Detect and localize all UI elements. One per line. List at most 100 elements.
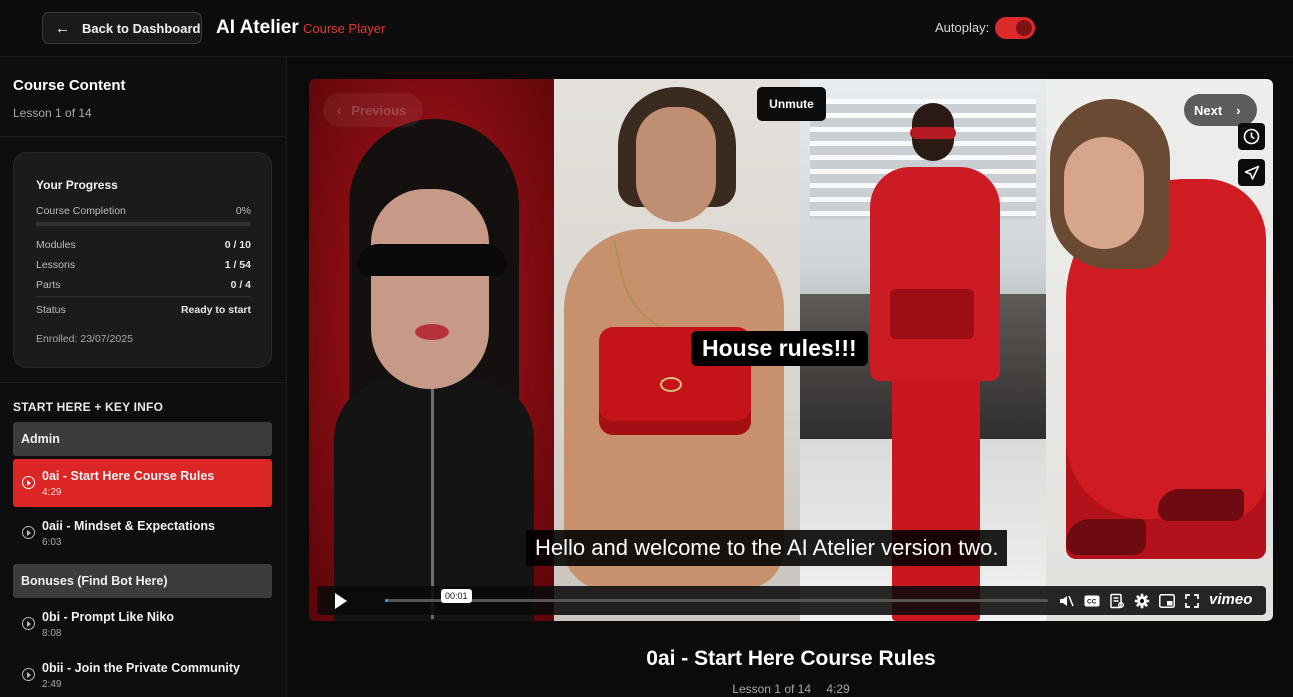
lesson-item-0bii[interactable]: 0bii - Join the Private Community 2:49 [13, 651, 272, 697]
play-circle-icon [22, 617, 35, 630]
lesson-meta: Lesson 1 of 14 4:29 [309, 682, 1273, 696]
lesson-item-0bi[interactable]: 0bi - Prompt Like Niko 8:08 [13, 600, 272, 648]
brand-title: AI Atelier [216, 17, 299, 38]
figure-shape [910, 127, 956, 139]
divider [0, 136, 286, 137]
autoplay-label: Autoplay: [935, 20, 990, 35]
lesson-heading: 0ai - Start Here Course Rules [646, 647, 936, 670]
progress-title: Your Progress [36, 178, 118, 192]
autoplay-toggle[interactable] [995, 17, 1035, 39]
seek-bar[interactable]: 00:01 [385, 589, 1048, 603]
progress-card: Your Progress Course Completion 0% Modul… [13, 152, 272, 368]
figure-shape [660, 377, 682, 392]
vimeo-logo[interactable]: vimeo [1209, 591, 1252, 608]
parts-label: Parts [36, 279, 61, 291]
toggle-knob [1016, 20, 1032, 36]
completion-value: 0% [235, 205, 251, 217]
figure-shape [357, 244, 507, 276]
previous-button[interactable]: ‹ Previous [323, 93, 423, 127]
completion-bar [36, 222, 251, 226]
player-controls: 00:01 CC vimeo [317, 586, 1266, 615]
figure-shape [870, 167, 1000, 381]
lessons-label: Lessons [36, 259, 76, 271]
lesson-item-0ai[interactable]: 0ai - Start Here Course Rules 4:29 [13, 459, 272, 507]
next-label: Next [1194, 102, 1223, 118]
status-row: Status Ready to start [36, 304, 251, 316]
lesson-duration: 4:29 [42, 487, 62, 498]
section-title: START HERE + KEY INFO [13, 400, 164, 414]
lesson-title: 0bi - Prompt Like Niko [42, 610, 174, 624]
play-icon[interactable] [335, 593, 347, 609]
lesson-count: Lesson 1 of 14 [13, 106, 92, 120]
mute-icon [1059, 595, 1074, 606]
seek-bar-fill [385, 599, 388, 602]
parts-row: Parts 0 / 4 [36, 279, 251, 291]
send-icon [1244, 165, 1259, 180]
lesson-duration: 6:03 [42, 537, 62, 548]
previous-label: Previous [351, 102, 407, 118]
figure-shape [1158, 489, 1244, 521]
pip-icon [1158, 593, 1175, 608]
brand-subtitle: Course Player [303, 21, 386, 36]
video-frame-panel [309, 79, 554, 621]
figure-shape [431, 379, 434, 619]
lesson-position: Lesson 1 of 14 [732, 682, 812, 696]
back-label: Back to Dashboard [82, 20, 201, 36]
chevron-left-icon: ‹ [337, 102, 342, 118]
lesson-item-0aii[interactable]: 0aii - Mindset & Expectations 6:03 [13, 509, 272, 557]
figure-shape [371, 189, 489, 389]
module-admin[interactable]: Admin [13, 422, 272, 456]
progress-separator [36, 296, 251, 297]
play-circle-icon [22, 476, 35, 489]
modules-label: Modules [36, 239, 76, 251]
status-label: Status [36, 304, 66, 316]
settings-button[interactable] [1133, 592, 1150, 609]
lesson-duration: 2:49 [42, 679, 62, 690]
enrolled-date: Enrolled: 23/07/2025 [36, 333, 133, 345]
figure-shape [636, 107, 716, 222]
figure-shape [334, 379, 534, 621]
chevron-right-icon: › [1236, 102, 1241, 118]
arrow-left-icon: ← [55, 19, 70, 37]
figure-shape [1064, 137, 1144, 249]
video-player[interactable]: ‹ Previous Unmute Next › House rules!!! … [309, 79, 1273, 621]
volume-button[interactable] [1057, 592, 1074, 609]
back-to-dashboard-button[interactable]: ← Back to Dashboard [42, 12, 202, 44]
lesson-duration: 4:29 [826, 682, 850, 696]
next-button[interactable]: Next › [1184, 94, 1257, 126]
caption-top: House rules!!! [691, 331, 868, 366]
watch-later-button[interactable] [1238, 123, 1265, 150]
status-value: Ready to start [180, 304, 251, 316]
figure-shape [890, 289, 974, 339]
figure-shape [415, 324, 449, 340]
module-bonuses[interactable]: Bonuses (Find Bot Here) [13, 564, 272, 598]
clock-icon [1243, 128, 1260, 145]
cc-icon: CC [1084, 595, 1099, 606]
play-circle-icon [22, 526, 35, 539]
fullscreen-button[interactable] [1183, 592, 1200, 609]
lesson-title: 0aii - Mindset & Expectations [42, 519, 215, 533]
pip-button[interactable] [1158, 592, 1175, 609]
share-button[interactable] [1238, 159, 1265, 186]
transcript-icon [1109, 593, 1124, 608]
transcript-button[interactable] [1108, 592, 1125, 609]
settings-icon [1134, 593, 1149, 608]
top-bar: ← Back to Dashboard AI Atelier Course Pl… [0, 0, 1293, 57]
divider [0, 382, 286, 383]
lessons-row: Lessons 1 / 54 [36, 259, 251, 271]
course-content-title: Course Content [13, 77, 126, 94]
lesson-title: 0bii - Join the Private Community [42, 661, 240, 675]
svg-text:CC: CC [1087, 598, 1097, 605]
completion-label: Course Completion [36, 205, 126, 217]
unmute-button[interactable]: Unmute [757, 87, 826, 121]
course-sidebar: Course Content Lesson 1 of 14 Your Progr… [0, 57, 287, 697]
captions-button[interactable]: CC [1083, 592, 1100, 609]
figure-shape [1066, 519, 1146, 555]
time-tooltip: 00:01 [441, 589, 472, 603]
play-circle-icon [22, 668, 35, 681]
modules-value: 0 / 10 [224, 239, 251, 251]
fullscreen-icon [1184, 593, 1199, 608]
figure-shape [892, 377, 980, 621]
lesson-title: 0ai - Start Here Course Rules [42, 469, 215, 483]
modules-row: Modules 0 / 10 [36, 239, 251, 251]
